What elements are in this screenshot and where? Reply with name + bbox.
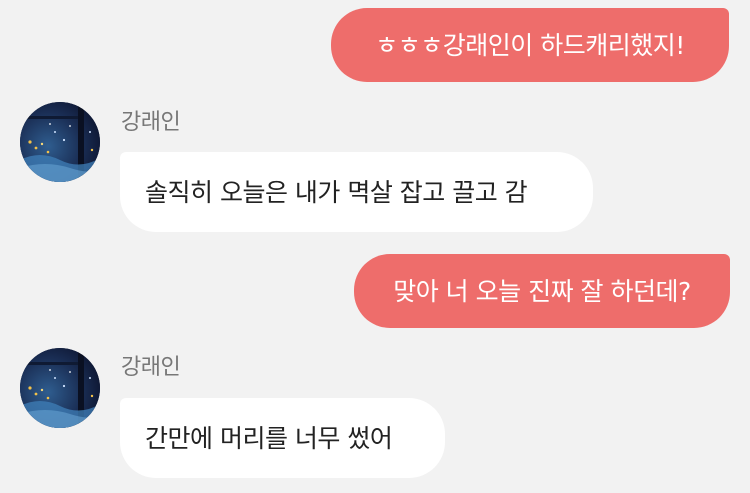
incoming-message-bubble[interactable]: 간만에 머리를 너무 썼어 — [120, 398, 445, 478]
avatar[interactable] — [20, 102, 100, 182]
message-text: 간만에 머리를 너무 썼어 — [145, 423, 393, 453]
incoming-message-bubble[interactable]: 솔직히 오늘은 내가 멱살 잡고 끌고 감 — [120, 152, 593, 232]
message-text: ㅎㅎㅎ강래인이 하드캐리했지! — [375, 30, 685, 60]
outgoing-message-bubble[interactable]: ㅎㅎㅎ강래인이 하드캐리했지! — [331, 8, 729, 82]
avatar-image — [20, 348, 100, 428]
outgoing-message-bubble[interactable]: 맞아 너 오늘 진짜 잘 하던데? — [354, 254, 730, 328]
avatar[interactable] — [20, 348, 100, 428]
message-text: 맞아 너 오늘 진짜 잘 하던데? — [393, 276, 691, 306]
avatar-image — [20, 102, 100, 182]
sender-name: 강래인 — [121, 110, 181, 135]
message-text: 솔직히 오늘은 내가 멱살 잡고 끌고 감 — [145, 177, 528, 207]
sender-name: 강래인 — [121, 355, 181, 380]
